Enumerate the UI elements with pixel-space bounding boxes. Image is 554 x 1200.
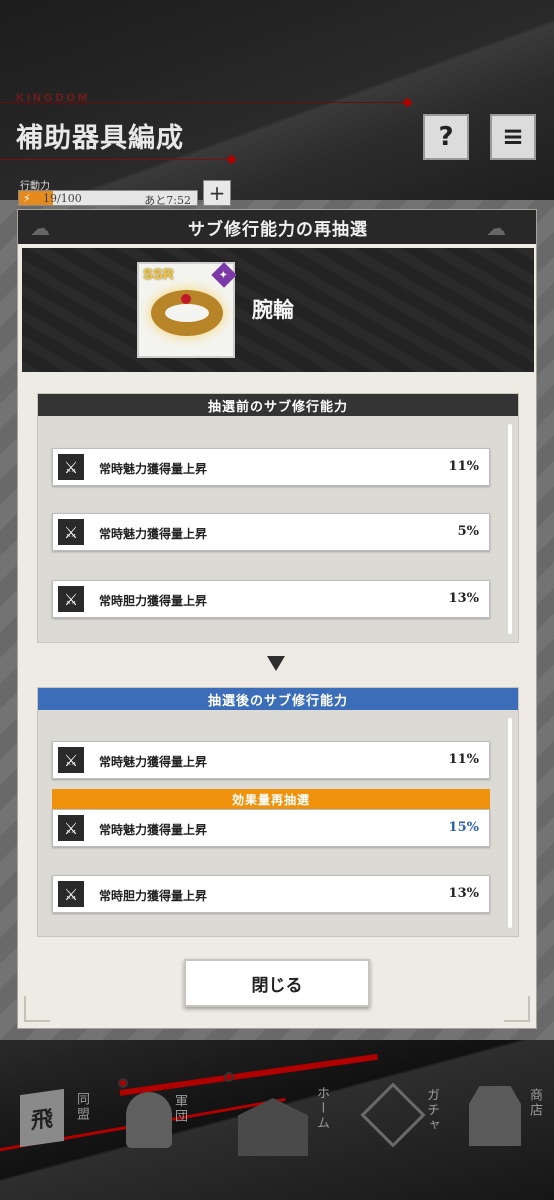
close-button[interactable]: 閉じる	[184, 959, 370, 1007]
item-name: 腕輪	[252, 297, 294, 322]
ability-value: 11%	[448, 752, 479, 767]
alliance-flag-icon: 飛	[20, 1088, 64, 1148]
nav-item-shop[interactable]: 商店	[465, 1078, 553, 1168]
castle-gate-icon	[238, 1098, 308, 1156]
nav-item-alliance[interactable]: 飛 同盟	[12, 1078, 112, 1168]
scrollbar[interactable]	[508, 718, 512, 928]
sword-stance-icon: ⚔	[58, 519, 84, 545]
down-arrow-icon	[267, 656, 285, 671]
nav-label: ガチャ	[424, 1088, 439, 1133]
after-abilities-section: 抽選後のサブ修行能力 ⚔ 常時魅力獲得量上昇 11% 効果量再抽選 ⚔ 常時魅力…	[37, 687, 519, 937]
ability-name: 常時魅力獲得量上昇	[99, 823, 208, 837]
sword-stance-icon: ⚔	[58, 881, 84, 907]
help-icon: ?	[438, 122, 454, 152]
before-abilities-section: 抽選前のサブ修行能力 ⚔ 常時魅力獲得量上昇 11% ⚔ 常時魅力獲得量上昇 5…	[37, 393, 519, 643]
ability-row: ⚔ 常時魅力獲得量上昇 11%	[52, 448, 490, 486]
divider	[0, 159, 232, 160]
dialog-header: ☁ サブ修行能力の再抽選 ☁	[18, 210, 536, 244]
stamina-recover-time: あと7:52	[144, 194, 191, 207]
nav-item-gacha[interactable]: ガチャ	[360, 1078, 452, 1168]
ability-value: 13%	[448, 886, 479, 901]
section-header: 抽選後のサブ修行能力	[38, 688, 518, 710]
divider	[0, 102, 408, 103]
plus-icon: +	[208, 181, 226, 205]
scrollbar[interactable]	[508, 424, 512, 634]
ability-name: 常時魅力獲得量上昇	[99, 755, 208, 769]
item-panel: SSR ✦ 腕輪	[22, 248, 534, 372]
item-thumbnail[interactable]: SSR ✦	[137, 262, 237, 358]
ability-row: ⚔ 常時魅力獲得量上昇 11%	[52, 741, 490, 779]
ability-value: 5%	[457, 524, 479, 539]
sword-stance-icon: ⚔	[58, 586, 84, 612]
sword-stance-icon: ⚔	[58, 454, 84, 480]
gem-icon	[181, 294, 191, 304]
reroll-banner: 効果量再抽選	[52, 789, 490, 809]
stamina-bar: ⚡ 19/100 あと7:52	[18, 190, 198, 207]
ability-name: 常時魅力獲得量上昇	[99, 527, 208, 541]
add-stamina-button[interactable]: +	[203, 180, 231, 206]
alliance-flag-glyph: 飛	[30, 1106, 53, 1135]
rarity-badge: SSR	[143, 266, 174, 283]
menu-icon: ≡	[502, 122, 524, 152]
shop-building-icon	[469, 1086, 521, 1146]
nav-label: 同盟	[74, 1092, 89, 1122]
ability-name: 常時胆力獲得量上昇	[99, 889, 208, 903]
cloud-ornament-icon: ☁	[486, 216, 506, 240]
dialog-title: サブ修行能力の再抽選	[188, 219, 368, 240]
ability-name: 常時魅力獲得量上昇	[99, 462, 208, 476]
nav-label: 商店	[527, 1088, 542, 1118]
cloud-ornament-icon: ☁	[30, 216, 50, 240]
sword-stance-icon: ⚔	[58, 815, 84, 841]
ability-row: ⚔ 常時胆力獲得量上昇 13%	[52, 875, 490, 913]
section-header: 抽選前のサブ修行能力	[38, 394, 518, 416]
gacha-crest-icon	[360, 1082, 426, 1148]
corner-ornament	[24, 996, 50, 1022]
page-title: 補助器具編成	[16, 123, 184, 154]
ability-value: 11%	[448, 459, 479, 474]
ability-row: ⚔ 常時胆力獲得量上昇 13%	[52, 580, 490, 618]
ability-row: ⚔ 常時魅力獲得量上昇 5%	[52, 513, 490, 551]
lightning-icon: ⚡	[23, 192, 31, 205]
nav-item-legion[interactable]: 軍団	[118, 1078, 218, 1168]
corner-ornament	[504, 996, 530, 1022]
notification-dot	[118, 1078, 128, 1088]
close-button-label: 閉じる	[251, 975, 303, 996]
menu-button[interactable]: ≡	[490, 114, 536, 160]
reroll-result-dialog: ☁ サブ修行能力の再抽選 ☁ SSR ✦ 腕輪 抽選前のサブ修行能力 ⚔ 常時魅…	[17, 209, 537, 1029]
sword-stance-icon: ⚔	[58, 747, 84, 773]
help-button[interactable]: ?	[423, 114, 469, 160]
nav-label: ホーム	[314, 1086, 329, 1131]
helmet-icon	[126, 1092, 172, 1148]
sparkle-icon: ✦	[211, 262, 237, 288]
ability-value-changed: 15%	[448, 820, 479, 835]
ability-row: ⚔ 常時魅力獲得量上昇 15%	[52, 809, 490, 847]
notification-dot	[224, 1072, 234, 1082]
nav-item-home[interactable]: ホーム	[224, 1072, 340, 1168]
stamina-value: 19/100	[43, 192, 82, 205]
ability-value: 13%	[448, 591, 479, 606]
ability-name: 常時胆力獲得量上昇	[99, 594, 208, 608]
nav-label: 軍団	[172, 1094, 187, 1124]
